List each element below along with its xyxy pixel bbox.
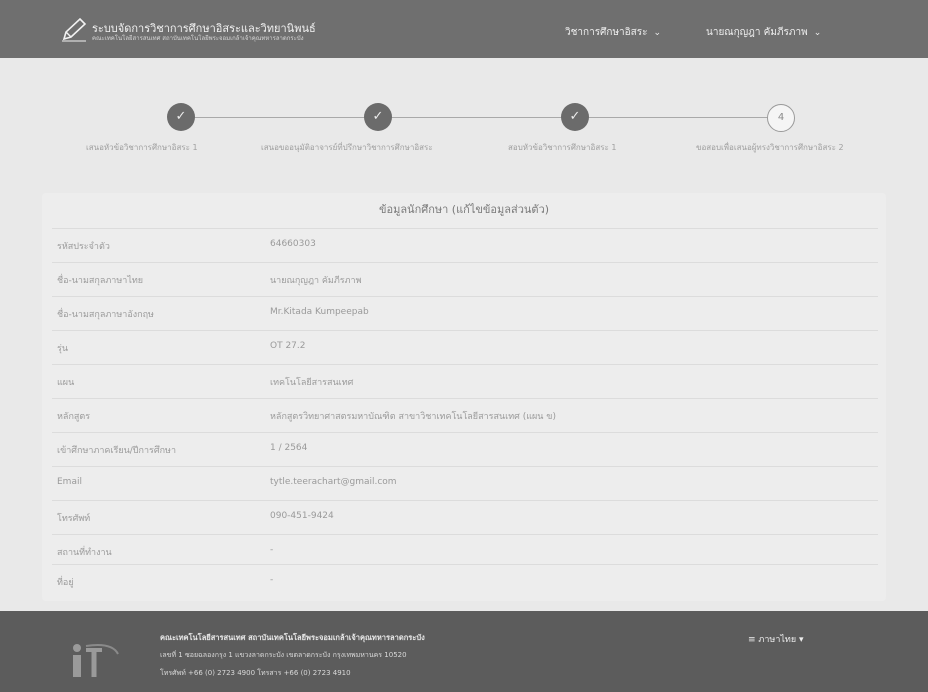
info-row-cohort: รุ่น OT 27.2 xyxy=(52,330,878,365)
user-name: นายณกุญฎา คัมภีรภาพ xyxy=(706,27,808,38)
footer-phone: โทรศัพท์ +66 (0) 2723 4900 โทรสาร +66 (0… xyxy=(160,669,351,677)
row-value: Mr.Kitada Kumpeepab xyxy=(270,307,369,317)
row-value: 64660303 xyxy=(270,239,316,249)
chevron-down-icon: ⌄ xyxy=(653,28,662,38)
row-label: สถานที่ทำงาน xyxy=(57,548,112,558)
info-row-english-name: ชื่อ-นามสกุลภาษาอังกฤษ Mr.Kitada Kumpeep… xyxy=(52,296,878,331)
caret-down-icon: ▾ xyxy=(796,635,804,645)
row-label: รุ่น xyxy=(57,344,68,354)
language-label: ภาษาไทย xyxy=(758,635,797,645)
pencil-logo-icon[interactable] xyxy=(60,17,88,43)
row-label: ชื่อ-นามสกุลภาษาไทย xyxy=(57,276,144,286)
user-menu[interactable]: นายณกุญฎา คัมภีรภาพ ⌄ xyxy=(706,25,821,40)
top-navbar: ระบบจัดการวิชาการศึกษาอิสระและวิทยานิพนธ… xyxy=(0,0,928,58)
menu-icon: ≡ xyxy=(748,635,759,645)
footer-address: เลขที่ 1 ซอยฉลองกรุง 1 แขวงลาดกระบัง เขต… xyxy=(160,651,407,659)
info-row-curriculum: หลักสูตร หลักสูตรวิทยาศาสตรมหาบัณฑิต สาข… xyxy=(52,398,878,433)
row-label: รหัสประจำตัว xyxy=(57,242,110,252)
info-row-plan: แผน เทคโนโลยีสารสนเทศ xyxy=(52,364,878,399)
row-label: ชื่อ-นามสกุลภาษาอังกฤษ xyxy=(57,310,154,320)
it-faculty-logo-icon xyxy=(73,644,119,677)
row-value: tytle.teerachart@gmail.com xyxy=(270,477,397,487)
step-2-label: เสนอขออนุมัติอาจารย์ที่ปรึกษาวิชาการศึกษ… xyxy=(261,143,433,152)
step-1-label: เสนอหัวข้อวิชาการศึกษาอิสระ 1 xyxy=(86,143,198,152)
row-label: โทรศัพท์ xyxy=(57,514,91,524)
step-1-check-icon: ✓ xyxy=(167,103,195,131)
language-menu[interactable]: ≡ ภาษาไทย ▾ xyxy=(748,632,804,646)
row-value: 1 / 2564 xyxy=(270,443,308,453)
row-value: เทคโนโลยีสารสนเทศ xyxy=(270,378,354,388)
info-row-email: Email tytle.teerachart@gmail.com xyxy=(52,466,878,501)
step-3-check-icon: ✓ xyxy=(561,103,589,131)
step-4-label: ขอสอบเพื่อเสนอผู้ทรงวิชาการศึกษาอิสระ 2 xyxy=(696,143,844,152)
step-3-label: สอบหัวข้อวิชาการศึกษาอิสระ 1 xyxy=(508,143,617,152)
row-value: OT 27.2 xyxy=(270,341,306,351)
info-row-entry-term: เข้าศึกษาภาคเรียน/ปีการศึกษา 1 / 2564 xyxy=(52,432,878,467)
row-value: 090-451-9424 xyxy=(270,511,334,521)
info-row-phone: โทรศัพท์ 090-451-9424 xyxy=(52,500,878,535)
row-value: นายณกุญฎา คัมภีรภาพ xyxy=(270,276,362,286)
chevron-down-icon: ⌄ xyxy=(813,28,822,38)
nav-academic-menu[interactable]: วิชาการศึกษาอิสระ ⌄ xyxy=(565,25,661,40)
footer xyxy=(0,611,928,692)
section-title[interactable]: ข้อมูลนักศึกษา (แก้ไขข้อมูลส่วนตัว) xyxy=(0,200,928,218)
step-2-check-icon: ✓ xyxy=(364,103,392,131)
info-row-address: ที่อยู่ - xyxy=(52,564,878,599)
row-value: - xyxy=(270,545,274,555)
row-label: ที่อยู่ xyxy=(57,578,74,588)
step-4-pending: 4 xyxy=(767,104,795,132)
row-value: - xyxy=(270,575,274,585)
row-label: แผน xyxy=(57,378,75,388)
row-label: เข้าศึกษาภาคเรียน/ปีการศึกษา xyxy=(57,446,177,456)
nav-academic-label: วิชาการศึกษาอิสระ xyxy=(565,27,648,38)
info-row-student-id: รหัสประจำตัว 64660303 xyxy=(52,228,878,263)
row-label: Email xyxy=(57,477,82,487)
stepper-track xyxy=(180,117,780,118)
app-subtitle: คณะเทคโนโลยีสารสนเทศ สถาบันเทคโนโลยีพระจ… xyxy=(92,35,304,42)
row-label: หลักสูตร xyxy=(57,412,91,422)
row-value: หลักสูตรวิทยาศาสตรมหาบัณฑิต สาขาวิชาเทคโ… xyxy=(270,412,556,422)
info-row-thai-name: ชื่อ-นามสกุลภาษาไทย นายณกุญฎา คัมภีรภาพ xyxy=(52,262,878,297)
footer-org: คณะเทคโนโลยีสารสนเทศ สถาบันเทคโนโลยีพระจ… xyxy=(160,633,425,642)
